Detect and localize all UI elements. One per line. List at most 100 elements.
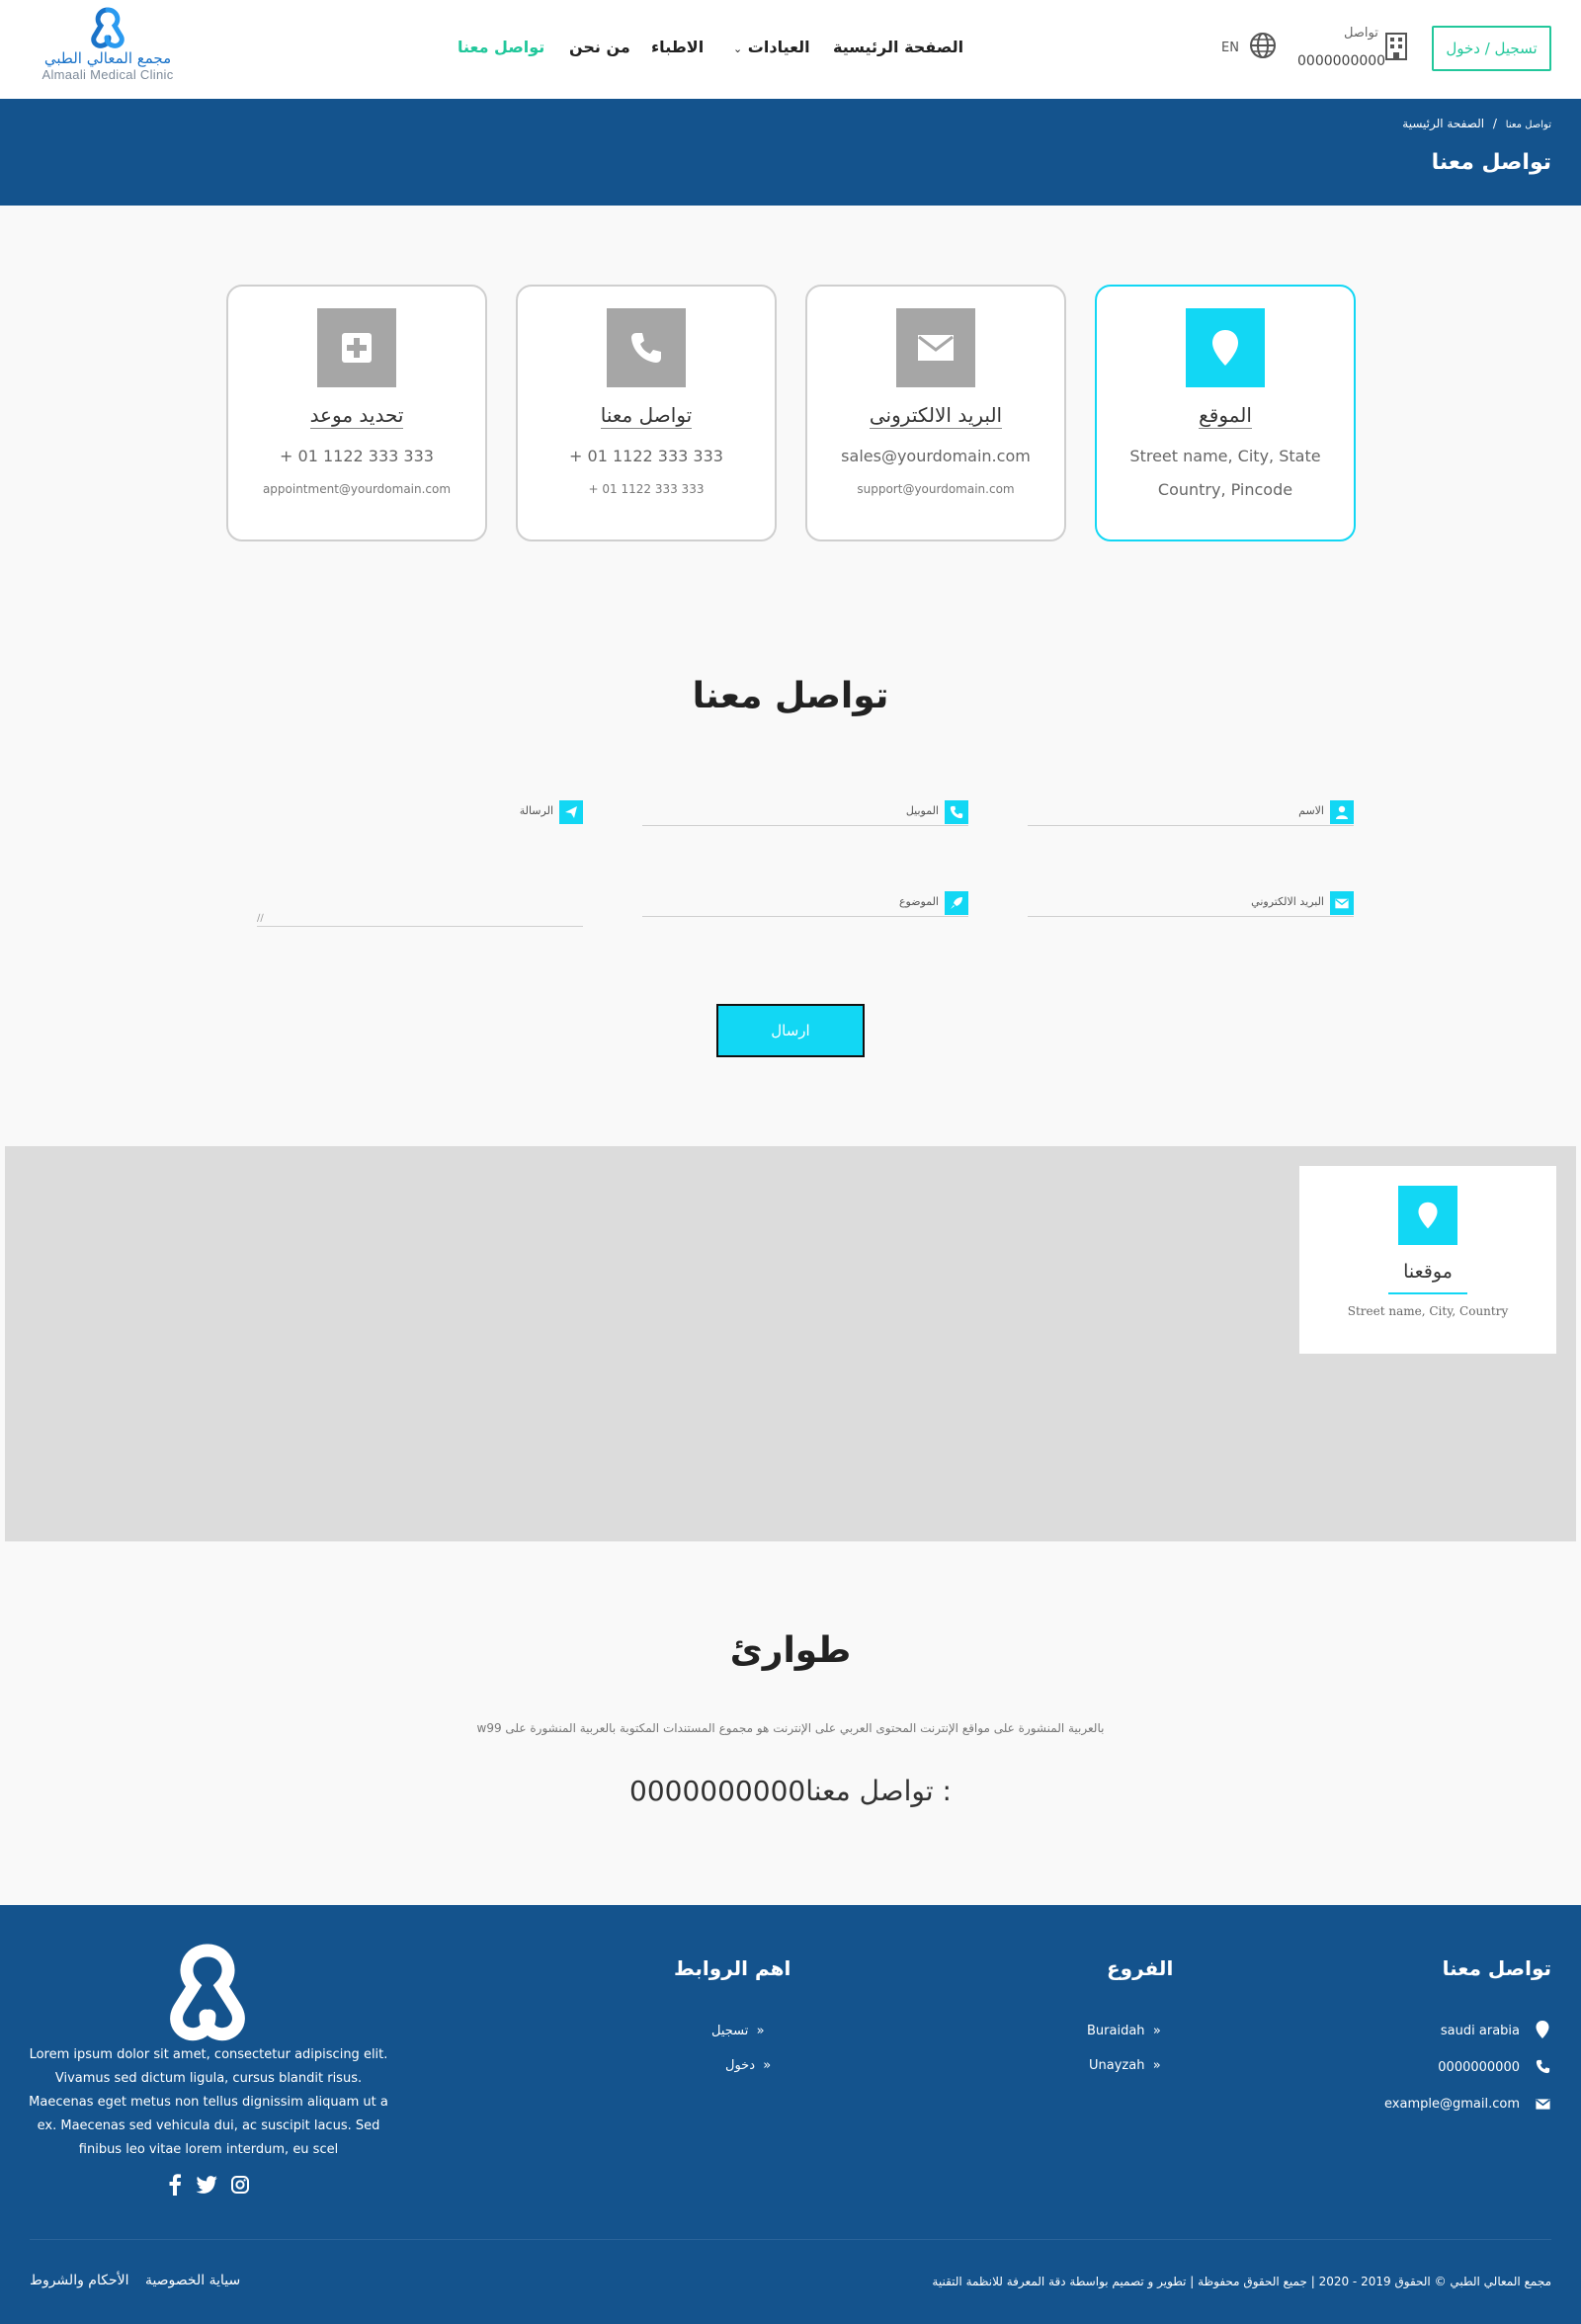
facebook-icon[interactable]	[168, 2174, 182, 2196]
location-card: الموقع Street name, City, State Country,…	[1095, 285, 1356, 541]
footer-description: Lorem ipsum dolor sit amet, consectetur …	[29, 2047, 388, 2157]
email-field[interactable]: البريد الالكتروني	[1028, 891, 1354, 917]
form-title: تواصل معنا	[692, 676, 889, 716]
nav-contact[interactable]: تواصل معنا	[458, 38, 544, 56]
nav-about[interactable]: من نحن	[569, 38, 630, 56]
footer-login-link[interactable]: دخول »	[725, 2058, 771, 2073]
card-line-2: Country, Pincode	[1157, 480, 1293, 499]
breadcrumb-home[interactable]: الصفحة الرئيسية	[1402, 117, 1484, 130]
emergency-phone: تواصل معنا0000000000 :	[629, 1775, 952, 1807]
site-header: مجمع المعالي الطبي Almaali Medical Clini…	[0, 0, 1581, 99]
building-icon	[1385, 33, 1407, 60]
map-location-card: موقعنا Street name, City, Country	[1299, 1166, 1556, 1354]
chevron-down-icon: ⌄	[733, 42, 743, 55]
location-pin-icon	[1186, 308, 1265, 387]
map-marker-icon	[1536, 2021, 1549, 2038]
card-line-1: Street name, City, State	[1129, 447, 1321, 465]
emergency-text: بالعربية المنشورة على مواقع الإنترنت الم…	[476, 1721, 1105, 1735]
phone-icon	[1536, 2059, 1550, 2074]
logo-mark-icon	[91, 7, 125, 48]
footer-legal-links: سياية الخصوصية الأحكام والشروط	[30, 2273, 252, 2288]
card-title: تحديد موعد	[309, 403, 404, 429]
message-field-label: الرسالة	[257, 800, 583, 826]
footer-branch-link[interactable]: Buraidah »	[1087, 2024, 1161, 2038]
footer-links-title: اهم الروابط	[674, 1956, 791, 1980]
email-card: البريد الالكترونى sales@yourdomain.com s…	[805, 285, 1066, 541]
card-line-2: appointment@yourdomain.com	[262, 482, 452, 496]
card-line-2: support@yourdomain.com	[857, 482, 1015, 496]
footer-divider	[30, 2239, 1551, 2240]
card-title: الموقع	[1199, 403, 1252, 429]
twitter-icon[interactable]	[196, 2176, 217, 2194]
card-line-1: + 01 1122 333 333	[280, 447, 434, 465]
footer-contact-address: saudi arabia	[1440, 2024, 1520, 2038]
phone-icon	[945, 800, 968, 824]
terms-link[interactable]: الأحكام والشروط	[30, 2273, 128, 2288]
user-icon	[1330, 800, 1354, 824]
double-chevron-icon: »	[1152, 2024, 1161, 2038]
email-label: البريد الالكتروني	[1251, 895, 1324, 908]
mobile-label: الموبيل	[905, 804, 939, 817]
send-icon	[559, 800, 583, 824]
map-card-title: موقعنا	[1403, 1261, 1453, 1283]
logo-english-text: Almaali Medical Clinic	[42, 67, 174, 82]
plus-icon	[317, 308, 396, 387]
envelope-icon	[896, 308, 975, 387]
name-field[interactable]: الاسم	[1028, 800, 1354, 826]
nav-clinics[interactable]: ⌄ العيادات	[729, 38, 810, 56]
header-contact: تواصل 0000000000	[1292, 26, 1431, 75]
privacy-link[interactable]: سياية الخصوصية	[145, 2273, 240, 2288]
header-contact-number: 0000000000	[1297, 53, 1386, 69]
card-line-1: sales@yourdomain.com	[841, 447, 1031, 465]
message-textarea[interactable]	[257, 903, 583, 927]
nav-home[interactable]: الصفحة الرئيسية	[833, 38, 963, 56]
footer-contact-title: تواصل معنا	[1442, 1956, 1551, 1980]
emergency-title: طوارئ	[729, 1630, 852, 1671]
footer-contact-email[interactable]: example@gmail.com	[1384, 2097, 1520, 2112]
double-chevron-icon: »	[756, 2024, 765, 2038]
mail-icon	[1536, 2099, 1550, 2110]
footer-logo-icon[interactable]	[150, 1943, 265, 2045]
map-card-address: Street name, City, Country	[1347, 1304, 1509, 1318]
send-button[interactable]: ارسال	[716, 1004, 865, 1057]
site-logo[interactable]: مجمع المعالي الطبي Almaali Medical Clini…	[34, 6, 182, 95]
logo-arabic-text: مجمع المعالي الطبي	[43, 49, 172, 67]
globe-icon	[1250, 33, 1276, 58]
breadcrumb-separator: /	[1492, 117, 1497, 130]
card-title: البريد الالكترونى	[869, 403, 1003, 429]
footer-branch-link[interactable]: Unayzah »	[1089, 2058, 1161, 2073]
card-line-2: + 01 1122 333 333	[588, 482, 705, 496]
subject-field[interactable]: الموضوع	[642, 891, 968, 917]
appointment-card: تحديد موعد + 01 1122 333 333 appointment…	[226, 285, 487, 541]
page-title: تواصل معنا	[1431, 150, 1551, 175]
double-chevron-icon: »	[1152, 2058, 1161, 2073]
login-register-button[interactable]: تسجيل / دخول	[1432, 26, 1551, 71]
mail-icon	[1330, 891, 1354, 915]
footer-branches-title: الفروع	[1107, 1956, 1174, 1980]
mobile-field[interactable]: الموبيل	[642, 800, 968, 826]
page-title-banner: تواصل معنا / الصفحة الرئيسية تواصل معنا	[0, 99, 1581, 206]
phone-card: تواصل معنا + 01 1122 333 333 + 01 1122 3…	[516, 285, 777, 541]
message-label: الرسالة	[519, 804, 553, 817]
subject-label: الموضوع	[898, 895, 939, 908]
footer-register-link[interactable]: تسجيل »	[711, 2024, 765, 2038]
breadcrumb: تواصل معنا / الصفحة الرئيسية	[1402, 117, 1551, 130]
nav-doctors[interactable]: الاطباء	[651, 38, 704, 56]
rocket-icon	[945, 891, 968, 915]
breadcrumb-current: تواصل معنا	[1505, 120, 1551, 130]
name-label: الاسم	[1298, 804, 1324, 817]
site-footer: تواصل معنا saudi arabia 0000000000 examp…	[0, 1905, 1581, 2324]
phone-icon	[607, 308, 686, 387]
resize-handle-icon[interactable]: ∕∕	[257, 913, 264, 924]
instagram-icon[interactable]	[231, 2176, 249, 2194]
map-card-divider	[1388, 1292, 1467, 1294]
language-label: EN	[1221, 41, 1239, 55]
copyright-text: مجمع المعالي الطبي © الحقوق 2019 - 2020 …	[932, 2275, 1551, 2288]
nav-clinics-label: العيادات	[747, 38, 810, 56]
footer-contact-phone[interactable]: 0000000000	[1438, 2060, 1520, 2075]
card-line-1: + 01 1122 333 333	[569, 447, 723, 465]
location-pin-icon	[1398, 1186, 1457, 1245]
card-title: تواصل معنا	[600, 403, 693, 429]
header-contact-label: تواصل	[1344, 26, 1378, 41]
double-chevron-icon: »	[763, 2058, 772, 2073]
